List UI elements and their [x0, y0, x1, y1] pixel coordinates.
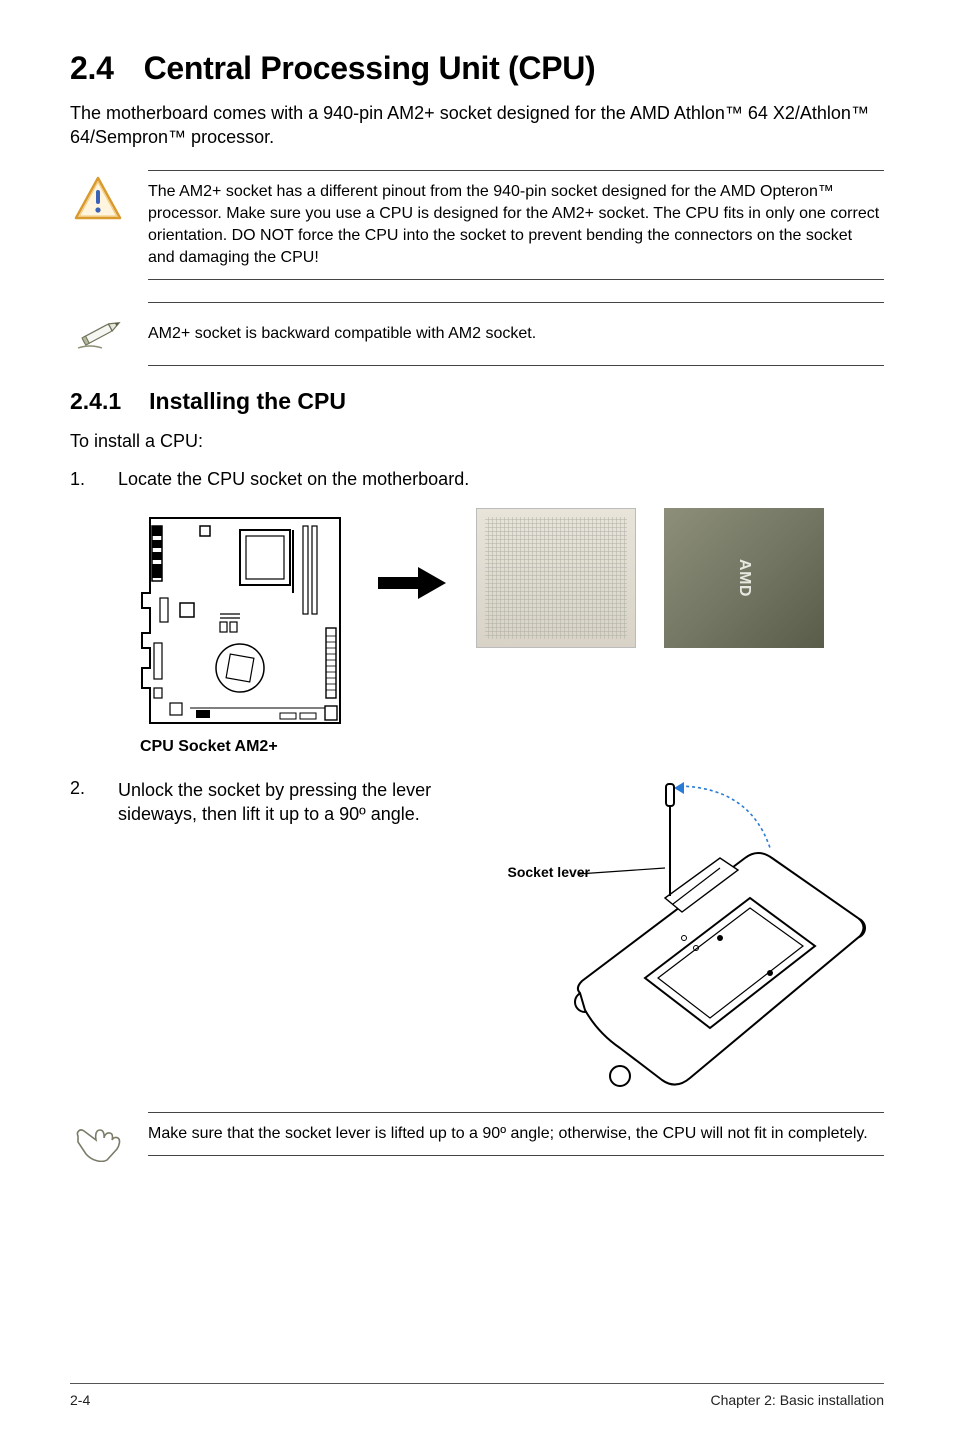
pointer-hand-icon: [70, 1112, 126, 1162]
step-text: Locate the CPU socket on the motherboard…: [118, 467, 884, 491]
page-footer: 2-4 Chapter 2: Basic installation: [70, 1383, 884, 1408]
section-title-text: Central Processing Unit (CPU): [144, 50, 596, 86]
step-text: Unlock the socket by pressing the lever …: [118, 778, 450, 827]
step-number: 2.: [70, 778, 92, 827]
info-text: AM2+ socket is backward compatible with …: [148, 302, 884, 366]
caution-text: The AM2+ socket has a different pinout f…: [148, 170, 884, 280]
arrow-icon: [378, 568, 448, 598]
caution-note: The AM2+ socket has a different pinout f…: [70, 170, 884, 280]
subsection-number: 2.4.1: [70, 388, 121, 414]
step-1: 1. Locate the CPU socket on the motherbo…: [70, 467, 884, 491]
section-heading: 2.4 Central Processing Unit (CPU): [70, 50, 884, 87]
pencil-icon: [70, 302, 126, 354]
step-number: 1.: [70, 467, 92, 491]
intro-paragraph: The motherboard comes with a 940-pin AM2…: [70, 101, 884, 150]
motherboard-diagram: [130, 508, 350, 728]
install-lead: To install a CPU:: [70, 429, 884, 453]
socket-lever-label: Socket lever: [508, 864, 591, 880]
section-number: 2.4: [70, 50, 114, 86]
chapter-label: Chapter 2: Basic installation: [710, 1392, 884, 1408]
page-number: 2-4: [70, 1392, 90, 1408]
caution-icon: [70, 170, 126, 220]
info-note: AM2+ socket is backward compatible with …: [70, 302, 884, 366]
step-2-row: 2. Unlock the socket by pressing the lev…: [70, 778, 884, 1108]
socket-lever-illustration: Socket lever: [470, 778, 890, 1108]
subsection-heading: 2.4.1 Installing the CPU: [70, 388, 884, 415]
step-2: 2. Unlock the socket by pressing the lev…: [70, 778, 450, 827]
motherboard-caption: CPU Socket AM2+: [140, 738, 884, 756]
install-steps: 1. Locate the CPU socket on the motherbo…: [70, 467, 884, 491]
amd-logo-text: AMD: [735, 559, 753, 597]
tip-note: Make sure that the socket lever is lifte…: [70, 1112, 884, 1162]
cpu-chip-photo: AMD: [664, 508, 824, 648]
subsection-title-text: Installing the CPU: [149, 388, 346, 414]
socket-photo: [476, 508, 636, 648]
tip-text: Make sure that the socket lever is lifte…: [148, 1112, 884, 1156]
figure-row: AMD: [130, 508, 884, 728]
